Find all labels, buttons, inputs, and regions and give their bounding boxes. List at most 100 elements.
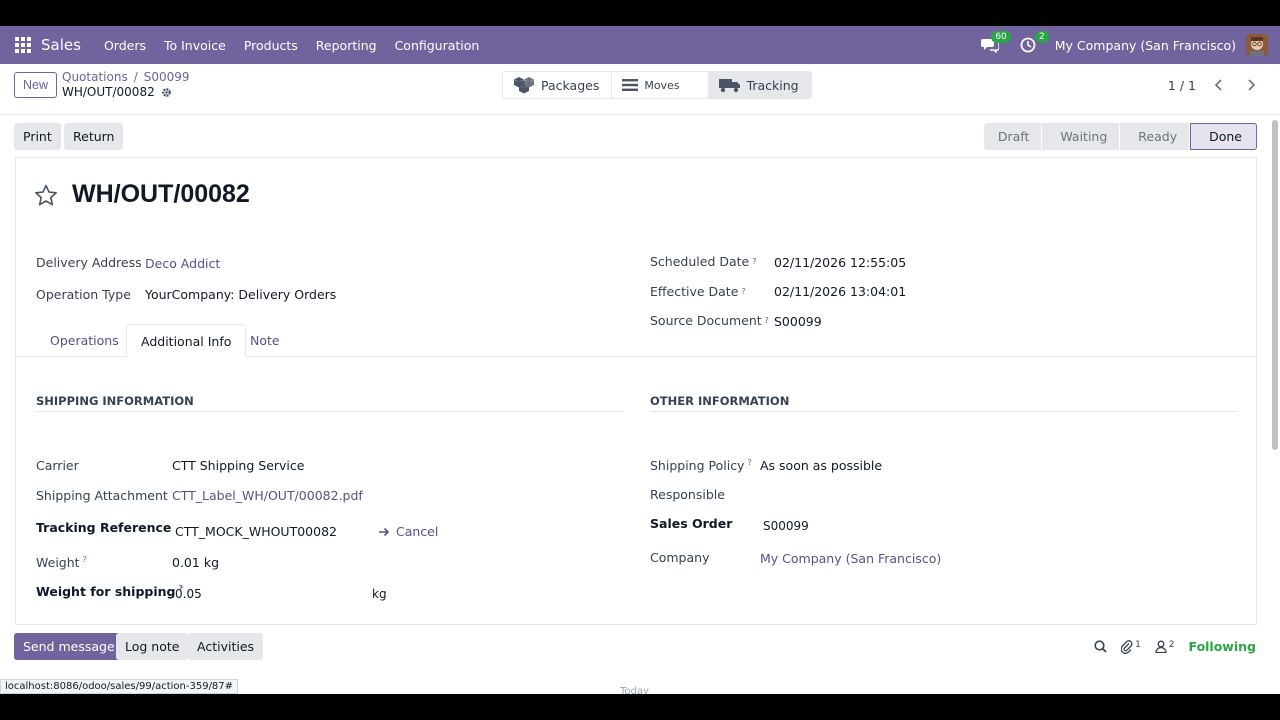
shipping-policy-label-text: Shipping Policy <box>650 458 745 474</box>
menu-to-invoice[interactable]: To Invoice <box>164 38 226 53</box>
arrow-right-icon <box>379 527 390 536</box>
menu-reporting[interactable]: Reporting <box>316 38 377 53</box>
help-icon[interactable]: ? <box>741 287 745 296</box>
carrier-value[interactable]: CTT Shipping Service <box>172 458 304 473</box>
messages-button[interactable]: 60 <box>979 31 1011 56</box>
print-button[interactable]: Print <box>14 123 61 150</box>
menu-products[interactable]: Products <box>244 38 298 53</box>
company-value[interactable]: My Company (San Francisco) <box>760 551 941 566</box>
tab-note[interactable]: Note <box>236 324 294 357</box>
weight-unit: kg <box>203 555 220 570</box>
weight-label-text: Weight <box>36 555 80 571</box>
moves-label: Moves <box>644 78 680 92</box>
control-panel: New Quotations / S00099 WH/OUT/00082 Pac… <box>0 64 1280 115</box>
packages-button[interactable]: Packages <box>503 72 613 98</box>
moves-button[interactable]: Moves <box>612 72 709 98</box>
cancel-shipment-button[interactable]: Cancel <box>379 524 438 539</box>
star-icon[interactable] <box>34 184 58 206</box>
shipping-weight-unit: kg <box>372 587 387 601</box>
send-message-button[interactable]: Send message <box>14 633 124 660</box>
attachments-button[interactable]: 1 <box>1121 640 1141 654</box>
responsible-label: Responsible <box>650 487 725 502</box>
apps-grid-icon[interactable] <box>15 37 31 53</box>
breadcrumb-separator: / <box>133 70 138 84</box>
shipping-policy-value[interactable]: As soon as possible <box>760 458 882 473</box>
stage-waiting[interactable]: Waiting <box>1042 123 1120 150</box>
boxes-icon <box>514 77 534 94</box>
chatter-tools: 1 2 Following <box>1094 639 1256 654</box>
sales-order-value[interactable]: S00099 <box>763 519 809 533</box>
return-button[interactable]: Return <box>64 123 124 150</box>
weight-value: 0.01 kg <box>172 555 219 570</box>
menu-configuration[interactable]: Configuration <box>395 38 480 53</box>
weight-number: 0.01 <box>172 555 200 570</box>
chatter-bar: Send message Log note Activities 1 2 Fol… <box>0 629 1280 669</box>
chevron-right-icon <box>1248 79 1256 91</box>
shipping-policy-label: Shipping Policy? <box>650 458 752 473</box>
search-icon[interactable] <box>1094 640 1107 653</box>
action-bar: Print Return Draft Waiting Ready Done <box>0 115 1280 157</box>
log-note-button[interactable]: Log note <box>116 633 189 660</box>
effective-date-field: Effective Date? <box>650 284 746 299</box>
effective-date-value[interactable]: 02/11/2026 13:04:01 <box>774 284 906 299</box>
help-icon[interactable]: ? <box>83 555 87 564</box>
stage-done[interactable]: Done <box>1190 123 1257 150</box>
breadcrumb-sale-order[interactable]: S00099 <box>144 70 190 84</box>
list-icon <box>622 79 639 91</box>
activities-button[interactable]: Activities <box>188 633 264 660</box>
browser-status-url: localhost:8086/odoo/sales/99/action-359/… <box>0 679 239 694</box>
gear-icon[interactable] <box>161 87 172 98</box>
shipping-section-title: SHIPPING INFORMATION <box>36 394 624 412</box>
company-switcher[interactable]: My Company (San Francisco) <box>1055 38 1236 53</box>
effective-date-label: Effective Date <box>650 284 739 299</box>
shipping-attachment-link[interactable]: CTT_Label_WH/OUT/00082.pdf <box>172 488 363 503</box>
following-button[interactable]: Following <box>1189 639 1256 654</box>
shipping-weight-label: Weight for shipping? <box>36 584 183 599</box>
operation-type-field: Operation Type <box>36 287 131 302</box>
help-icon[interactable]: ? <box>747 458 751 467</box>
shipping-attachment-label: Shipping Attachment <box>36 488 168 503</box>
form-sheet: WH/OUT/00082 Delivery Address Deco Addic… <box>15 157 1257 625</box>
scheduled-date-value[interactable]: 02/11/2026 12:55:05 <box>774 255 906 270</box>
tab-additional-info[interactable]: Additional Info <box>126 324 247 357</box>
tracking-button[interactable]: Tracking <box>708 72 811 98</box>
breadcrumb-quotations[interactable]: Quotations <box>62 70 128 84</box>
tab-operations[interactable]: Operations <box>36 324 133 357</box>
shipping-weight-input[interactable]: 0.05 <box>175 587 202 601</box>
packages-label: Packages <box>541 77 600 93</box>
activities-badge: 2 <box>1035 31 1049 43</box>
operation-type-label: Operation Type <box>36 287 131 302</box>
messages-badge: 60 <box>991 31 1011 43</box>
breadcrumb: Quotations / S00099 WH/OUT/00082 <box>62 70 190 99</box>
app-brand[interactable]: Sales <box>41 36 81 54</box>
odoo-window: Sales Orders To Invoice Products Reporti… <box>0 26 1280 694</box>
scheduled-date-label: Scheduled Date <box>650 254 750 269</box>
carrier-label: Carrier <box>36 458 79 473</box>
record-title: WH/OUT/00082 <box>72 180 250 208</box>
followers-button[interactable]: 2 <box>1155 640 1175 653</box>
help-icon[interactable]: ? <box>752 257 756 266</box>
stage-draft[interactable]: Draft <box>983 123 1042 150</box>
operation-type-value[interactable]: YourCompany: Delivery Orders <box>145 287 336 302</box>
pager-next-button[interactable] <box>1240 74 1264 96</box>
activities-button[interactable]: 2 <box>1017 31 1049 56</box>
delivery-address-value[interactable]: Deco Addict <box>145 256 220 271</box>
clock-icon <box>1020 37 1036 53</box>
pager-value[interactable]: 1 / 1 <box>1168 78 1196 93</box>
page-scrollbar[interactable] <box>1272 120 1278 450</box>
user-avatar[interactable] <box>1246 34 1268 56</box>
weight-label: Weight? <box>36 555 87 570</box>
menu-orders[interactable]: Orders <box>104 38 146 53</box>
top-navbar: Sales Orders To Invoice Products Reporti… <box>0 26 1280 64</box>
new-button[interactable]: New <box>14 72 58 98</box>
delivery-address-field: Delivery Address <box>36 255 142 270</box>
status-bar: Draft Waiting Ready Done <box>983 123 1257 150</box>
tracking-label: Tracking <box>746 77 799 93</box>
other-section-title: OTHER INFORMATION <box>650 394 1236 412</box>
delivery-address-label: Delivery Address <box>36 255 142 270</box>
stage-ready[interactable]: Ready <box>1120 123 1190 150</box>
tracking-reference-input[interactable]: CTT_MOCK_WHOUT00082 <box>175 524 337 539</box>
tracking-reference-label: Tracking Reference <box>36 520 172 535</box>
followers-count: 2 <box>1168 640 1175 650</box>
pager-previous-button[interactable] <box>1206 74 1230 96</box>
